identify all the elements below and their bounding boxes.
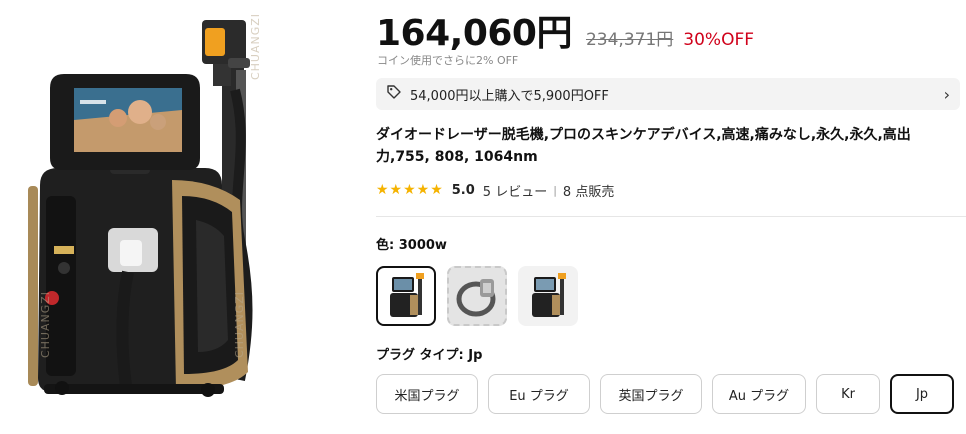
plug-option-us[interactable]: 米国プラグ [376,374,478,414]
promo-bar[interactable]: 54,000円以上購入で5,900円OFF › [376,78,960,110]
watermark-3: CHUANGZI [233,290,247,359]
plug-option-kr[interactable]: Kr [816,374,880,414]
discount-badge: 30%OFF [683,30,755,50]
chevron-right-icon: › [943,84,950,104]
product-info-panel: 164,060円 234,371円 30%OFF コイン使用でさらに2% OFF… [376,0,966,430]
swatch-machine-angle[interactable] [518,266,578,326]
machine-thumbnail-icon [390,273,424,317]
current-price: 164,060円 [376,13,572,54]
plug-options: 米国プラグ Eu プラグ 英国プラグ Au プラグ Kr Jp [376,374,964,414]
sold-count: 8 点販売 [562,184,615,200]
swatch-handpiece[interactable] [447,266,507,326]
plug-option-au[interactable]: Au プラグ [712,374,806,414]
watermark-1: CHUANGZI [249,12,263,81]
plug-option-jp[interactable]: Jp [890,374,954,414]
machine-thumbnail-icon [532,273,566,317]
rating-separator: | [553,183,557,197]
plug-option-eu[interactable]: Eu プラグ [488,374,590,414]
plug-option-uk[interactable]: 英国プラグ [600,374,702,414]
handpiece-thumbnail-icon [456,279,496,317]
coin-discount-note: コイン使用でさらに2% OFF [377,54,519,67]
color-option-label: 色: 3000w [376,238,447,253]
promo-text: 54,000円以上購入で5,900円OFF [410,88,609,104]
swatch-machine-front[interactable] [376,266,436,326]
color-swatches [376,266,589,326]
product-main-image[interactable]: CHUANGZI CHUANGZI CHUANGZI [0,0,300,430]
watermark-2: CHUANGZI [39,290,53,359]
rating-score: 5.0 [451,182,475,198]
original-price: 234,371円 [585,30,674,50]
rating-stars-icon: ★★★★★ [376,182,444,198]
divider [376,216,966,217]
tag-icon [386,84,402,104]
price-row: 164,060円 234,371円 30%OFF [376,4,755,54]
product-title: ダイオードレーザー脱毛機,プロのスキンケアデバイス,高速,痛みなし,永久,永久,… [376,127,911,165]
plug-option-label: プラグ タイプ: Jp [376,348,483,363]
review-count-link[interactable]: 5 レビュー [483,181,547,200]
rating-row[interactable]: ★★★★★ 5.0 5 レビュー | 8 点販売 [376,180,614,200]
